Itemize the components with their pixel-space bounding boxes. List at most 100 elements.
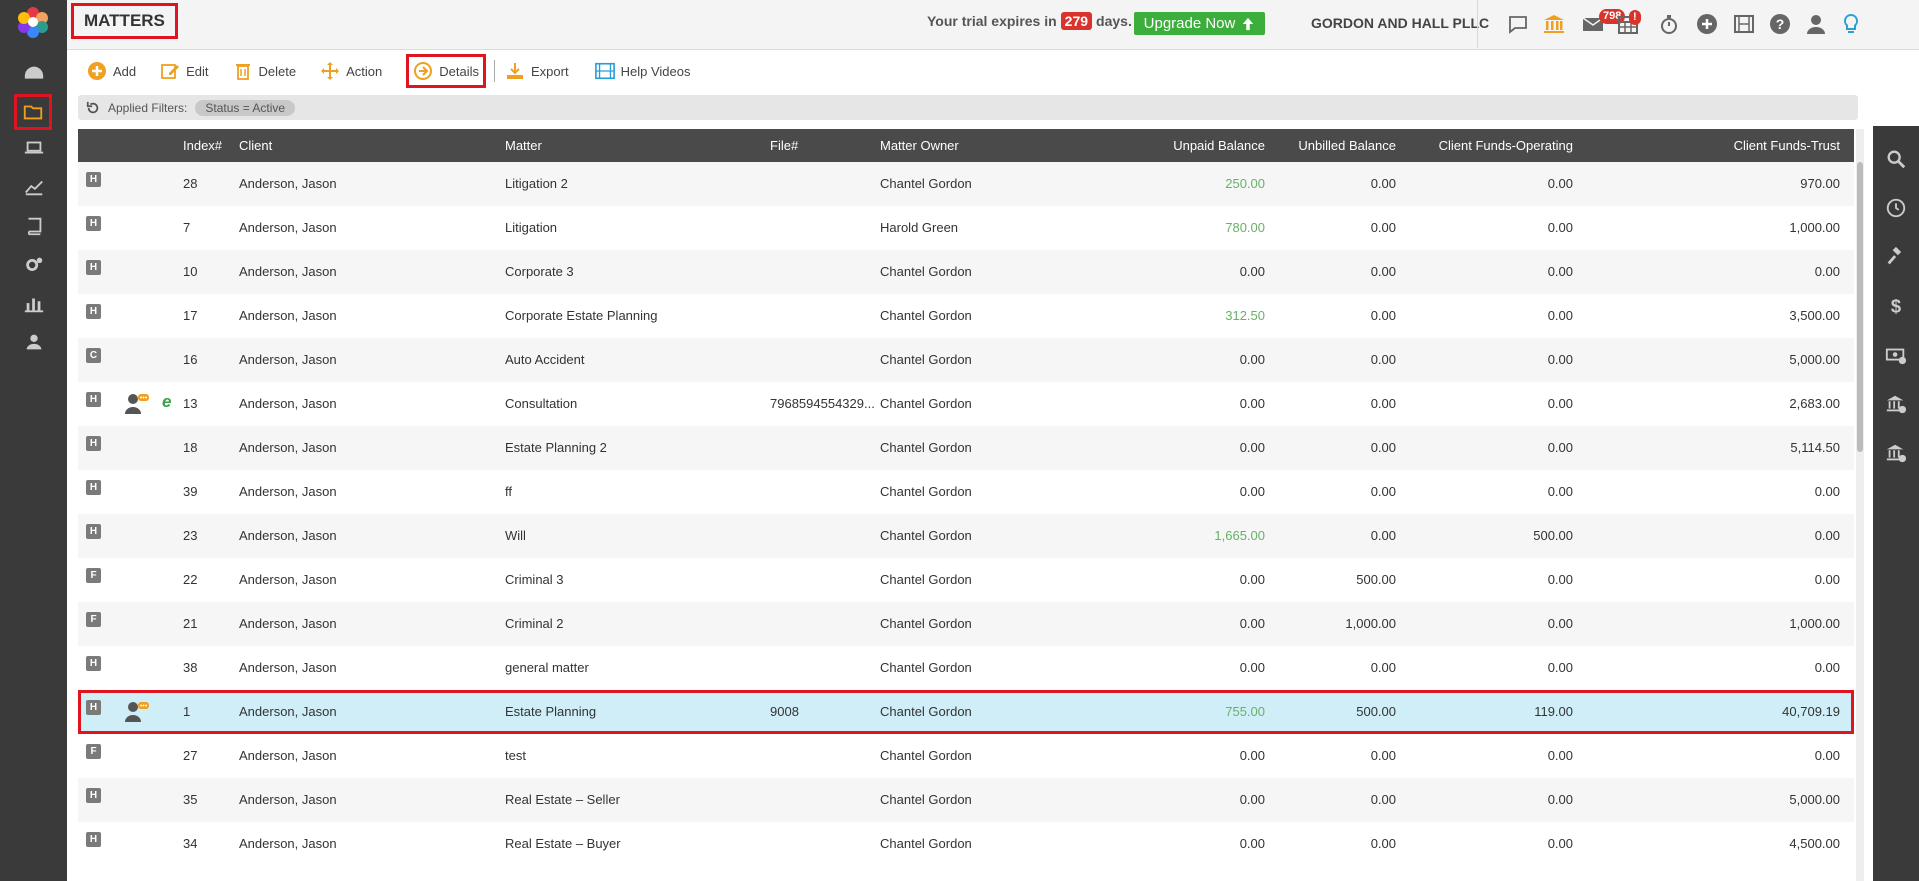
table-scroll-thumb[interactable]: [1857, 162, 1863, 452]
help-videos-button[interactable]: Help Videos: [591, 57, 695, 85]
user-icon[interactable]: [18, 326, 50, 358]
cell-operating: 0.00: [1547, 572, 1573, 587]
cell-owner: Chantel Gordon: [880, 484, 972, 499]
lightbulb-icon[interactable]: [1837, 10, 1865, 38]
table-row[interactable]: H 35 Anderson, Jason Real Estate – Seller Ch…: [78, 778, 1854, 822]
cell-unpaid: 312.50: [1225, 308, 1265, 323]
download-icon: [507, 63, 524, 79]
delete-button[interactable]: Delete: [229, 57, 301, 85]
export-label: Export: [531, 63, 569, 79]
bank-icon[interactable]: [1540, 10, 1568, 38]
bank-trust-icon[interactable]: [1881, 438, 1911, 468]
matter-type-badge: C: [86, 348, 101, 363]
col-index[interactable]: Index#: [183, 129, 222, 162]
table-row[interactable]: H 1 Anderson, Jason Estate Planning 9008 Chan…: [78, 690, 1854, 734]
cell-unpaid: 780.00: [1225, 220, 1265, 235]
bar-chart-icon[interactable]: [18, 288, 50, 320]
col-unpaid[interactable]: Unpaid Balance: [1078, 129, 1265, 162]
table-row[interactable]: H 38 Anderson, Jason general matter Chantel …: [78, 646, 1854, 690]
trend-chart-icon[interactable]: [18, 171, 50, 203]
cell-trust: 0.00: [1814, 572, 1840, 587]
table-row[interactable]: F 27 Anderson, Jason test Chantel Gordon 0.00…: [78, 734, 1854, 778]
table-row[interactable]: F 22 Anderson, Jason Criminal 3 Chantel Gord…: [78, 558, 1854, 602]
cell-index: 38: [183, 660, 198, 675]
table-row[interactable]: H 28 Anderson, Jason Litigation 2 Chantel Go…: [78, 162, 1854, 206]
table-row[interactable]: He 13 Anderson, Jason Consultation 796859455…: [78, 382, 1854, 426]
cell-operating: 0.00: [1547, 396, 1573, 411]
col-matter[interactable]: Matter: [505, 129, 542, 162]
contact-chat-icon[interactable]: [124, 393, 150, 415]
cell-file: 9008: [770, 704, 799, 719]
profile-icon[interactable]: [1802, 10, 1830, 38]
edit-label: Edit: [186, 63, 209, 79]
reset-filter-icon[interactable]: [86, 101, 100, 115]
cell-unbilled: 0.00: [1370, 264, 1396, 279]
cell-owner: Chantel Gordon: [880, 836, 972, 851]
contact-chat-icon[interactable]: [124, 701, 150, 723]
cell-unbilled: 0.00: [1370, 836, 1396, 851]
arrow-circle-right-icon: [414, 62, 433, 80]
status-filter-chip[interactable]: Status = Active: [195, 99, 296, 116]
e-icon[interactable]: e: [162, 392, 171, 412]
table-row[interactable]: H 7 Anderson, Jason Litigation Harold Green 7…: [78, 206, 1854, 250]
app-logo-icon[interactable]: [16, 5, 50, 39]
col-trust[interactable]: Client Funds-Trust: [1578, 129, 1840, 162]
cell-unpaid: 0.00: [1239, 572, 1265, 587]
matters-folder-icon[interactable]: [14, 94, 52, 130]
col-unbilled[interactable]: Unbilled Balance: [1268, 129, 1396, 162]
table-row[interactable]: H 18 Anderson, Jason Estate Planning 2 Chant…: [78, 426, 1854, 470]
col-file[interactable]: File#: [770, 129, 798, 162]
cell-client: Anderson, Jason: [239, 396, 337, 411]
table-row[interactable]: H 10 Anderson, Jason Corporate 3 Chantel Gor…: [78, 250, 1854, 294]
cell-client: Anderson, Jason: [239, 176, 337, 191]
cell-unpaid: 250.00: [1225, 176, 1265, 191]
laptop-icon[interactable]: [18, 132, 50, 164]
add-circle-icon[interactable]: [1693, 10, 1721, 38]
search-icon[interactable]: [1881, 144, 1911, 174]
cell-trust: 1,000.00: [1789, 616, 1840, 631]
left-sidebar: [0, 0, 67, 881]
cell-unpaid: 0.00: [1239, 352, 1265, 367]
cell-client: Anderson, Jason: [239, 660, 337, 675]
cell-client: Anderson, Jason: [239, 528, 337, 543]
cash-icon[interactable]: [1881, 340, 1911, 370]
dashboard-icon[interactable]: [18, 58, 50, 90]
table-row[interactable]: H 17 Anderson, Jason Corporate Estate Plann…: [78, 294, 1854, 338]
cell-operating: 0.00: [1547, 308, 1573, 323]
table-row[interactable]: F 21 Anderson, Jason Criminal 2 Chantel Gord…: [78, 602, 1854, 646]
action-label: Action: [346, 63, 383, 79]
table-row[interactable]: H 23 Anderson, Jason Will Chantel Gordon 1,66…: [78, 514, 1854, 558]
bank-operating-icon[interactable]: [1881, 389, 1911, 419]
edit-button[interactable]: Edit: [156, 57, 212, 85]
clock-icon[interactable]: [1881, 193, 1911, 223]
move-arrows-icon: [321, 62, 340, 80]
table-row[interactable]: H 34 Anderson, Jason Real Estate – Buyer Cha…: [78, 822, 1854, 866]
stopwatch-icon[interactable]: [1655, 10, 1683, 38]
col-operating[interactable]: Client Funds-Operating: [1398, 129, 1573, 162]
dollar-icon[interactable]: $: [1881, 291, 1911, 321]
cell-client: Anderson, Jason: [239, 484, 337, 499]
help-icon[interactable]: ?: [1766, 10, 1794, 38]
add-button[interactable]: Add: [83, 57, 140, 85]
film-icon[interactable]: [1730, 10, 1758, 38]
table-row[interactable]: H 39 Anderson, Jason ff Chantel Gordon 0.00 0.…: [78, 470, 1854, 514]
chat-icon[interactable]: [1504, 10, 1532, 38]
firm-name: GORDON AND HALL PLLC: [1311, 15, 1490, 31]
col-owner[interactable]: Matter Owner: [880, 129, 959, 162]
upgrade-now-button[interactable]: Upgrade Now: [1134, 12, 1265, 35]
gavel-icon[interactable]: [1881, 242, 1911, 272]
cell-owner: Chantel Gordon: [880, 660, 972, 675]
cell-owner: Chantel Gordon: [880, 748, 972, 763]
table-row[interactable]: C 16 Anderson, Jason Auto Accident Chantel G…: [78, 338, 1854, 382]
book-icon[interactable]: [18, 210, 50, 242]
cell-owner: Chantel Gordon: [880, 352, 972, 367]
action-button[interactable]: Action: [316, 57, 386, 85]
right-sidebar: $: [1873, 126, 1919, 881]
cell-client: Anderson, Jason: [239, 572, 337, 587]
cell-trust: 5,000.00: [1789, 792, 1840, 807]
export-button[interactable]: Export: [501, 57, 573, 85]
cell-operating: 0.00: [1547, 660, 1573, 675]
settings-gears-icon[interactable]: [18, 249, 50, 281]
col-client[interactable]: Client: [239, 129, 272, 162]
details-button[interactable]: Details: [406, 54, 487, 88]
